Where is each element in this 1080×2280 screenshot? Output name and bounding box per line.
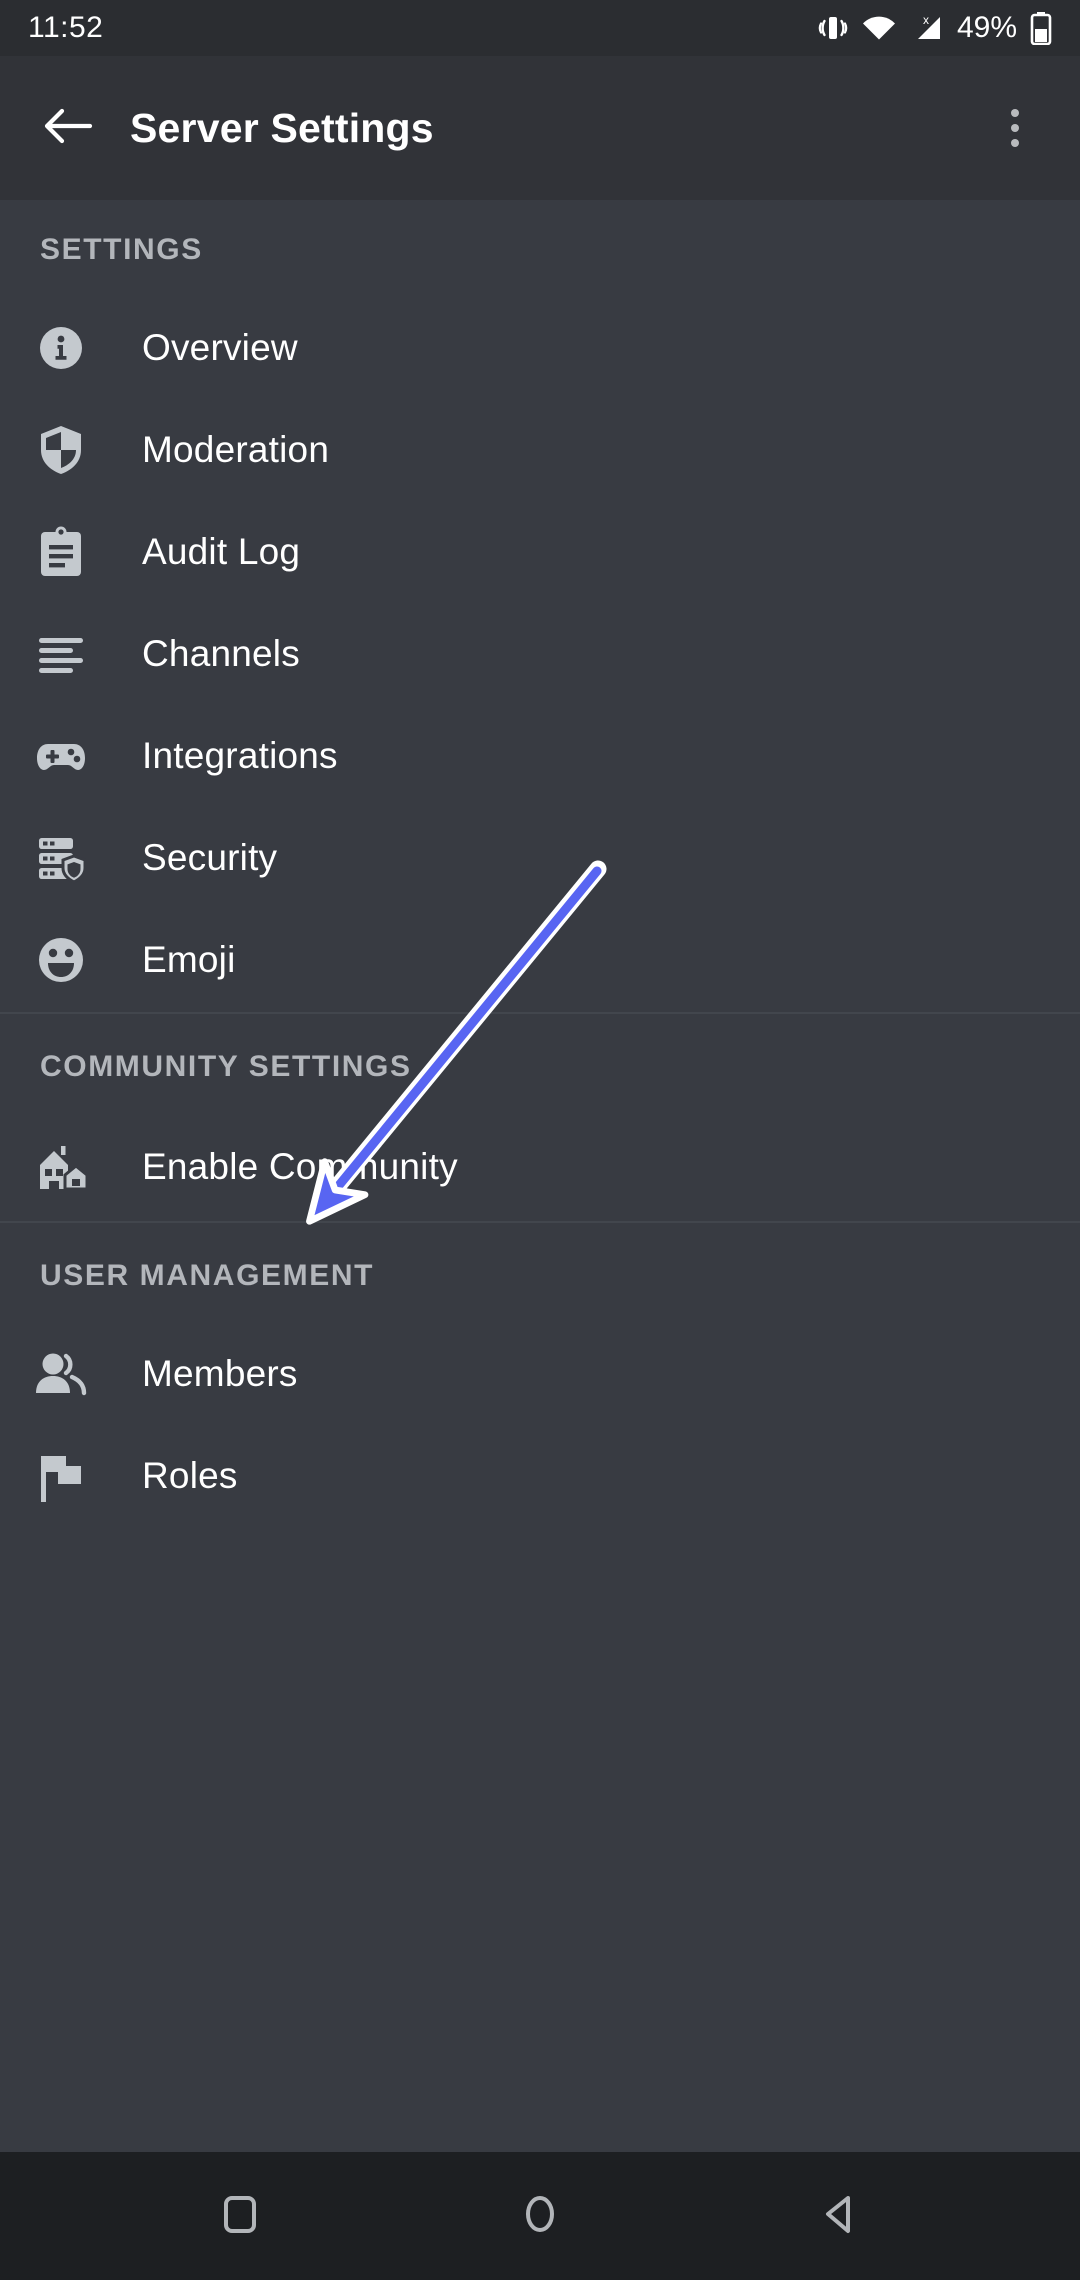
houses-icon — [33, 1139, 89, 1195]
more-vertical-icon-dot-2 — [1011, 124, 1019, 132]
smiley-icon — [33, 932, 89, 988]
people-icon — [33, 1346, 89, 1402]
triangle-left-icon — [820, 2194, 860, 2239]
status-bar: 11:52 x 49% — [0, 0, 1080, 56]
server-shield-icon — [33, 830, 89, 886]
list-item-roles[interactable]: Roles — [0, 1425, 1080, 1527]
app-bar: Server Settings — [0, 56, 1080, 200]
list-item-label: Emoji — [142, 939, 236, 980]
vibrate-icon — [818, 12, 848, 44]
section-header-community: COMMUNITY SETTINGS — [40, 1050, 412, 1083]
list-item-label: Audit Log — [142, 531, 301, 572]
square-icon — [220, 2194, 260, 2239]
section-divider — [0, 1012, 1080, 1014]
list-item-label: Channels — [142, 633, 300, 674]
android-nav-bar — [0, 2152, 1080, 2280]
list-item-label: Enable Community — [142, 1146, 458, 1187]
list-item-enable-community[interactable]: Enable Community — [0, 1116, 1080, 1218]
list-item-emoji[interactable]: Emoji — [0, 909, 1080, 1011]
shield-icon — [33, 422, 89, 478]
section-header-user-management: USER MANAGEMENT — [40, 1259, 375, 1292]
wifi-icon — [861, 12, 897, 44]
list-item-channels[interactable]: Channels — [0, 603, 1080, 705]
list-item-security[interactable]: Security — [0, 807, 1080, 909]
more-vertical-icon-dot-3 — [1011, 139, 1019, 147]
list-item-label: Overview — [142, 327, 298, 368]
nav-back-button[interactable] — [750, 2152, 930, 2280]
battery-icon — [1030, 11, 1052, 45]
nav-recents-button[interactable] — [150, 2152, 330, 2280]
status-clock: 11:52 — [28, 11, 104, 44]
battery-percent-label: 49% — [956, 11, 1017, 44]
flag-icon — [33, 1448, 89, 1504]
list-item-moderation[interactable]: Moderation — [0, 399, 1080, 501]
list-item-audit-log[interactable]: Audit Log — [0, 501, 1080, 603]
more-vertical-icon-dot-1 — [1011, 109, 1019, 117]
page-title: Server Settings — [130, 104, 434, 151]
back-arrow-icon — [42, 104, 94, 153]
svg-text:x: x — [923, 13, 929, 27]
phone-screen: 11:52 x 49% Server Settings SETTINGS Ove… — [0, 0, 1080, 2280]
settings-list[interactable]: SETTINGS Overview Moderation Audit Log C… — [0, 200, 1080, 2152]
list-item-label: Security — [142, 837, 278, 878]
section-divider — [0, 1221, 1080, 1223]
cellular-no-sim-icon: x — [910, 12, 944, 44]
overflow-menu-button[interactable] — [980, 90, 1050, 166]
list-item-integrations[interactable]: Integrations — [0, 705, 1080, 807]
list-lines-icon — [33, 626, 89, 682]
section-header-settings: SETTINGS — [40, 233, 203, 266]
list-item-label: Integrations — [142, 735, 338, 776]
list-item-label: Roles — [142, 1455, 238, 1496]
list-item-overview[interactable]: Overview — [0, 297, 1080, 399]
list-item-label: Moderation — [142, 429, 330, 470]
back-button[interactable] — [30, 90, 106, 166]
circle-icon — [520, 2194, 560, 2239]
list-item-members[interactable]: Members — [0, 1323, 1080, 1425]
nav-home-button[interactable] — [450, 2152, 630, 2280]
status-icons: x 49% — [818, 11, 1052, 45]
gamepad-icon — [33, 728, 89, 784]
list-item-label: Members — [142, 1353, 298, 1394]
info-circle-icon — [33, 320, 89, 376]
clipboard-icon — [33, 524, 89, 580]
